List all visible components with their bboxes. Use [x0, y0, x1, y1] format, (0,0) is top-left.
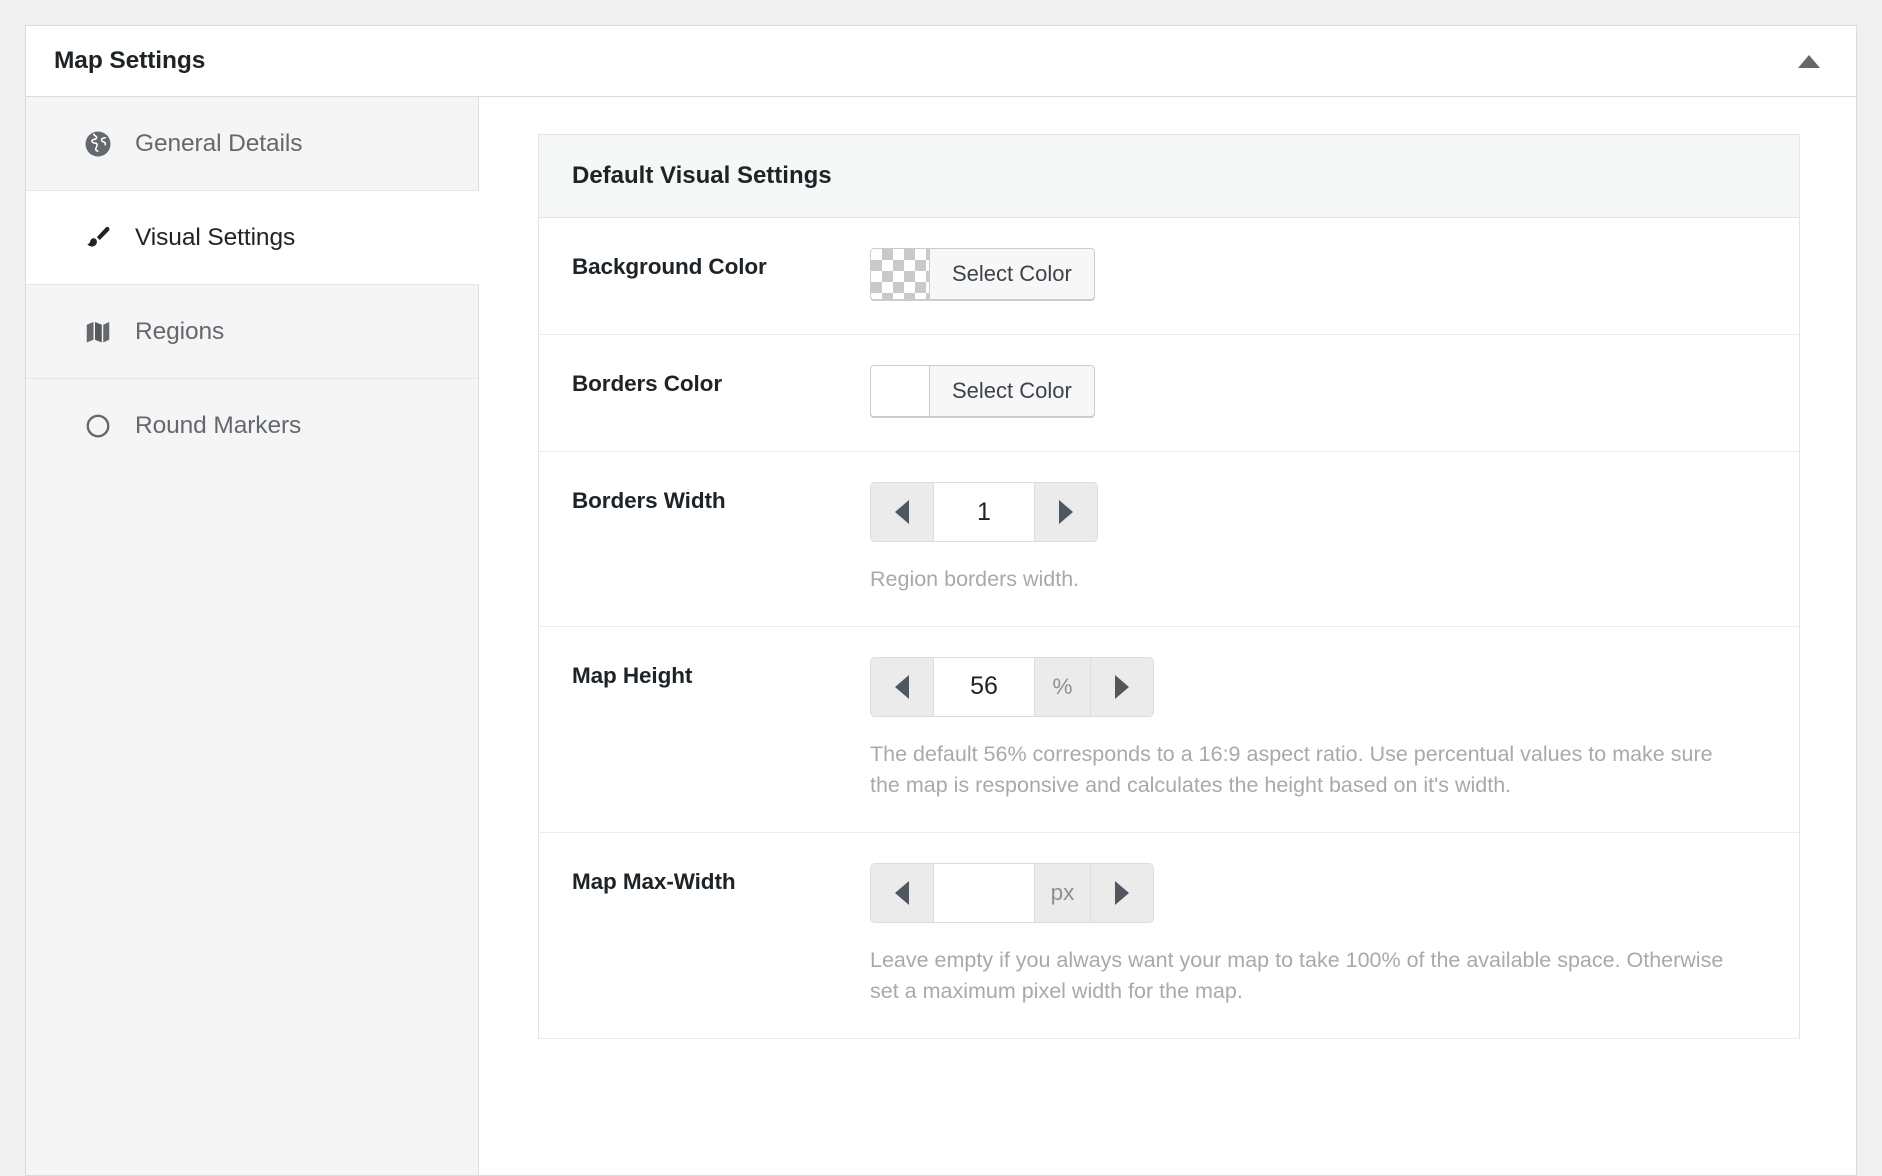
field-row-background-color: Background Color Select Color	[539, 218, 1799, 335]
color-swatch-white-icon	[871, 366, 930, 416]
sidebar-item-label: Visual Settings	[135, 223, 296, 251]
sidebar-item-label: Regions	[135, 317, 225, 345]
sidebar-item-visual-settings[interactable]: Visual Settings	[26, 191, 479, 285]
background-color-control: Select Color	[870, 248, 1766, 304]
map-max-width-decrement-button[interactable]	[871, 863, 934, 922]
triangle-left-icon	[895, 500, 909, 524]
map-height-unit: %	[1034, 657, 1090, 716]
borders-color-label: Borders Color	[572, 371, 722, 396]
map-max-width-stepper: px	[870, 862, 1154, 923]
globe-icon	[83, 129, 113, 159]
sidebar-item-general-details[interactable]: General Details	[26, 97, 478, 191]
borders-color-control: Select Color	[870, 365, 1766, 421]
map-height-decrement-button[interactable]	[871, 657, 934, 716]
map-height-input[interactable]	[934, 657, 1034, 716]
triangle-right-icon	[1115, 674, 1129, 699]
field-row-map-max-width: Map Max-Width px Leave empty if you alwa…	[539, 833, 1799, 1039]
triangle-right-icon	[1059, 500, 1073, 524]
card-title: Default Visual Settings	[572, 162, 832, 189]
field-row-borders-color: Borders Color Select Color	[539, 335, 1799, 452]
map-height-control: % The default 56% corresponds to a 16:9 …	[870, 656, 1766, 802]
map-max-width-unit: px	[1034, 863, 1090, 922]
borders-width-help: Region borders width.	[870, 567, 1080, 591]
triangle-up-icon	[1798, 54, 1820, 68]
field-row-map-height: Map Height % The default 56%	[539, 627, 1799, 833]
collapse-panel-button[interactable]	[1792, 44, 1826, 78]
borders-width-input[interactable]	[934, 483, 1034, 541]
map-max-width-increment-button[interactable]	[1090, 863, 1153, 922]
map-height-label: Map Height	[572, 662, 693, 688]
sidebar-item-label: Round Markers	[135, 412, 302, 439]
borders-width-increment-button[interactable]	[1034, 483, 1097, 541]
map-max-width-label: Map Max-Width	[572, 868, 736, 894]
borders-width-stepper	[870, 482, 1098, 542]
background-color-label: Background Color	[572, 254, 767, 279]
triangle-left-icon	[895, 674, 909, 699]
color-swatch-transparent-icon	[871, 249, 930, 299]
sidebar-item-label: General Details	[135, 129, 303, 157]
select-color-label: Select Color	[952, 378, 1072, 403]
map-max-width-input[interactable]	[934, 863, 1034, 922]
sidebar-item-regions[interactable]: Regions	[26, 285, 478, 379]
map-max-width-control: px Leave empty if you always want your m…	[870, 862, 1766, 1008]
borders-width-control: Region borders width.	[870, 482, 1766, 596]
sidebar-item-round-markers[interactable]: Round Markers	[26, 379, 478, 473]
borders-width-label: Borders Width	[572, 488, 726, 513]
map-max-width-help: Leave empty if you always want your map …	[870, 947, 1724, 1004]
map-settings-panel: Map Settings General Details Visual Sett…	[25, 25, 1857, 1176]
borders-color-picker-button[interactable]: Select Color	[870, 365, 1095, 417]
panel-header: Map Settings	[26, 26, 1856, 97]
card-header: Default Visual Settings	[539, 135, 1799, 218]
settings-sidebar: General Details Visual Settings Regions …	[26, 97, 479, 1175]
circle-icon	[83, 411, 113, 441]
settings-content: Default Visual Settings Background Color…	[479, 97, 1856, 1175]
map-icon	[83, 317, 113, 347]
default-visual-settings-card: Default Visual Settings Background Color…	[538, 134, 1800, 1039]
field-row-borders-width: Borders Width Region borders width.	[539, 452, 1799, 627]
page-title: Map Settings	[54, 47, 206, 74]
panel-body: General Details Visual Settings Regions …	[26, 97, 1856, 1175]
borders-width-decrement-button[interactable]	[871, 483, 934, 541]
paintbrush-icon	[83, 223, 113, 253]
triangle-left-icon	[895, 880, 909, 905]
map-height-help: The default 56% corresponds to a 16:9 as…	[870, 741, 1713, 798]
map-height-stepper: %	[870, 656, 1154, 717]
map-height-increment-button[interactable]	[1090, 657, 1153, 716]
select-color-label: Select Color	[952, 261, 1072, 286]
background-color-picker-button[interactable]: Select Color	[870, 248, 1095, 300]
triangle-right-icon	[1115, 880, 1129, 905]
